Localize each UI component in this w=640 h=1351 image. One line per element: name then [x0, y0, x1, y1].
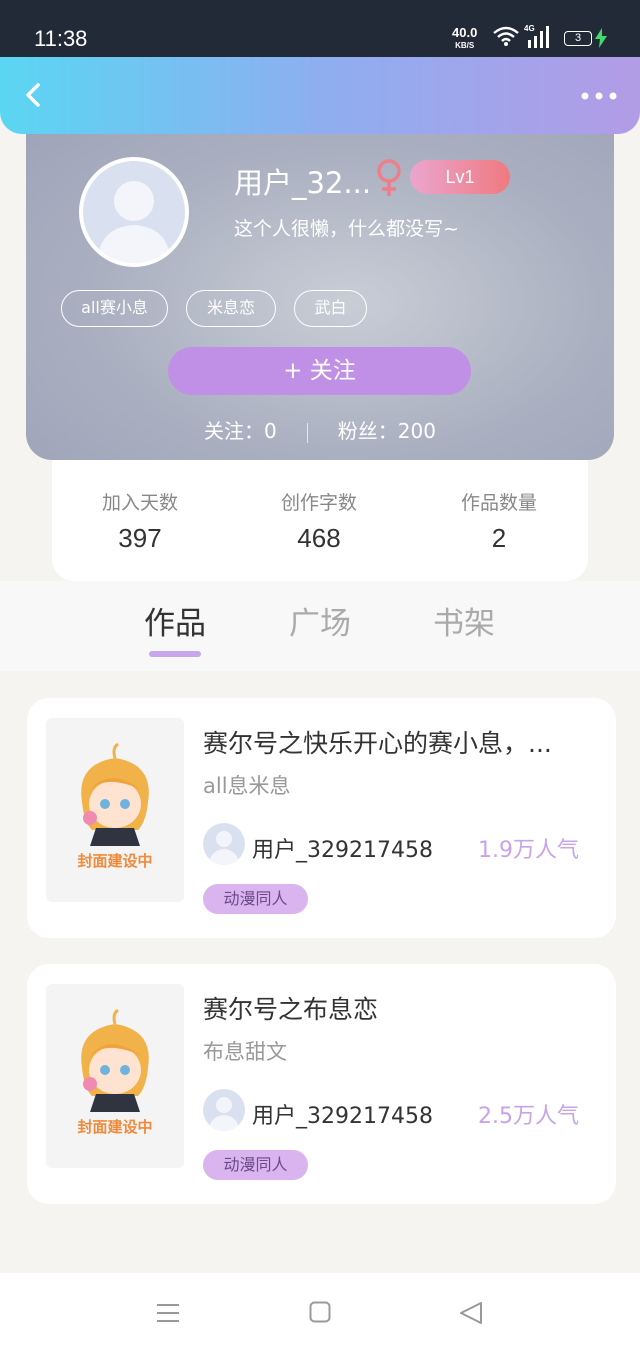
work-title[interactable]: 赛尔号之布息恋: [203, 990, 593, 1026]
charging-icon: [595, 28, 607, 48]
stat-join-days: 加入天数 397: [80, 488, 200, 554]
wifi-icon: [493, 26, 519, 46]
user-stats-card: 加入天数 397 创作字数 468 作品数量 2: [52, 440, 588, 581]
top-nav-bar: [0, 57, 640, 134]
active-tab-indicator: [149, 651, 201, 657]
nav-back-icon[interactable]: [458, 1301, 484, 1325]
author-avatar: [203, 1089, 245, 1131]
user-avatar[interactable]: [79, 157, 189, 267]
stat-label: 作品数量: [460, 492, 537, 514]
default-avatar-icon: [97, 181, 171, 263]
cover-placeholder-icon: [81, 1008, 149, 1112]
network-speed-unit: KB/S: [455, 41, 475, 50]
work-cover[interactable]: 封面建设中: [46, 718, 184, 902]
follow-button[interactable]: + 关注: [168, 347, 471, 395]
popularity-count: 2.5万人气: [478, 1104, 579, 1129]
work-cover[interactable]: 封面建设中: [46, 984, 184, 1168]
back-arrow-icon[interactable]: [20, 81, 48, 109]
more-dots-icon[interactable]: [580, 91, 618, 101]
follow-stats: 关注：0 粉丝：200: [26, 415, 614, 444]
battery-icon: 3: [564, 31, 592, 46]
work-subtitle: 布息甜文: [203, 1040, 287, 1064]
author-name: 用户_329217458: [252, 1104, 433, 1129]
content-tabs: 作品 广场 书架: [0, 581, 640, 671]
tab-square[interactable]: 广场: [270, 598, 370, 643]
status-bar: 11:38 40.0 KB/S 4G 3: [0, 0, 640, 58]
network-speed: 40.0 KB/S: [452, 25, 478, 51]
user-bio: 这个人很懒，什么都没写~: [234, 218, 459, 240]
cover-placeholder-icon: [81, 742, 149, 846]
signal-icon: [528, 26, 549, 48]
work-title[interactable]: 赛尔号之快乐开心的赛小息，...: [203, 724, 593, 760]
stats-divider: [306, 422, 308, 443]
username: 用户_32...: [234, 166, 372, 200]
home-icon[interactable]: [309, 1301, 331, 1323]
tab-bookshelf[interactable]: 书架: [414, 598, 514, 643]
author-avatar: [203, 823, 245, 865]
profile-tag[interactable]: 米息恋: [186, 290, 276, 327]
genre-badge: 动漫同人: [203, 1150, 308, 1180]
author-name: 用户_329217458: [252, 838, 433, 863]
cover-caption: 封面建设中: [77, 852, 153, 870]
stat-label: 加入天数: [101, 492, 178, 514]
stat-label: 创作字数: [280, 492, 357, 514]
tab-works[interactable]: 作品: [125, 598, 225, 643]
genre-badge: 动漫同人: [203, 884, 308, 914]
followers-count[interactable]: 粉丝：200: [338, 419, 436, 443]
default-avatar-icon: [209, 831, 239, 865]
profile-tag[interactable]: all赛小息: [61, 290, 168, 327]
work-subtitle: all息米息: [203, 774, 291, 798]
following-count[interactable]: 关注：0: [204, 419, 277, 443]
stat-word-count: 创作字数 468: [259, 488, 379, 554]
level-badge: Lv1: [410, 160, 510, 194]
stat-value: 397: [118, 523, 162, 553]
profile-tag[interactable]: 武白: [294, 290, 367, 327]
cover-caption: 封面建设中: [77, 1118, 153, 1136]
system-nav-bar: [0, 1273, 640, 1351]
female-icon: [377, 159, 401, 196]
stat-value: 2: [491, 523, 507, 553]
profile-header: 用户_32... Lv1 这个人很懒，什么都没写~ all赛小息 米息恋 武白 …: [26, 110, 614, 460]
default-avatar-icon: [209, 1097, 239, 1131]
status-time: 11:38: [34, 26, 88, 51]
stat-value: 468: [297, 523, 341, 553]
work-card[interactable]: 封面建设中 赛尔号之快乐开心的赛小息，... all息米息 用户_3292174…: [27, 698, 616, 938]
work-card[interactable]: 封面建设中 赛尔号之布息恋 布息甜文 用户_329217458 2.5万人气 动…: [27, 964, 616, 1204]
stat-work-count: 作品数量 2: [439, 488, 559, 554]
menu-icon[interactable]: [156, 1303, 180, 1323]
network-speed-value: 40.0: [452, 25, 478, 40]
popularity-count: 1.9万人气: [478, 838, 579, 863]
